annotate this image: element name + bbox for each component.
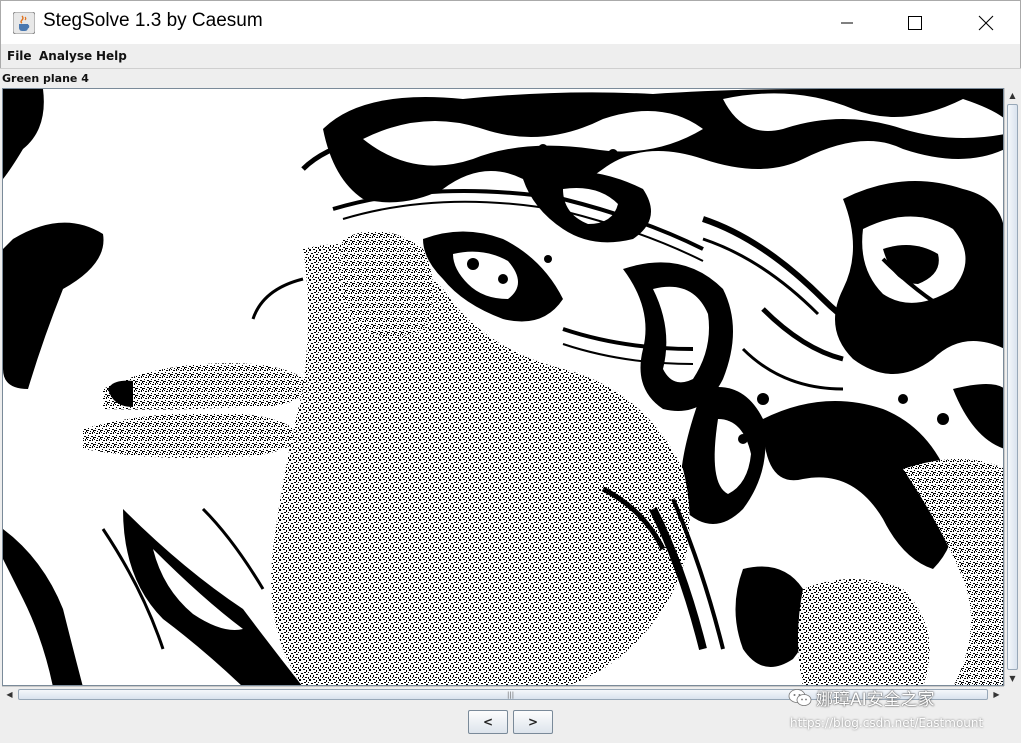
vertical-scrollbar[interactable]: ▲ ▼ (1004, 88, 1019, 686)
menu-help[interactable]: Help (96, 49, 127, 63)
previous-plane-button[interactable]: < (468, 710, 508, 734)
scroll-up-icon[interactable]: ▲ (1005, 88, 1020, 103)
scroll-right-icon[interactable]: ▶ (989, 687, 1004, 702)
bit-plane-image (2, 88, 1004, 686)
grip-icon: ||| (507, 691, 515, 699)
menu-bar: File Analyse Help (0, 44, 1021, 68)
scroll-down-icon[interactable]: ▼ (1005, 671, 1020, 686)
wechat-icon (788, 688, 812, 706)
watermark-url: https://blog.csdn.net/Eastmount (790, 716, 984, 730)
java-cup-icon (13, 12, 35, 34)
title-bar: StegSolve 1.3 by Caesum (0, 0, 1021, 44)
vertical-scroll-thumb[interactable] (1007, 104, 1018, 670)
maximize-icon (908, 16, 922, 30)
scroll-left-icon[interactable]: ◀ (2, 687, 17, 702)
maximize-button[interactable] (892, 1, 938, 45)
close-icon (978, 15, 994, 31)
minimize-icon (841, 22, 853, 24)
watermark: 娜璋AI安全之家 (788, 685, 935, 710)
next-plane-button[interactable]: > (513, 710, 553, 734)
close-button[interactable] (963, 1, 1009, 45)
minimize-button[interactable] (824, 1, 870, 45)
plane-label: Green plane 4 (2, 72, 89, 85)
window-title: StegSolve 1.3 by Caesum (43, 10, 263, 31)
menu-divider (0, 68, 1021, 69)
watermark-text: 娜璋AI安全之家 (816, 690, 935, 710)
menu-file[interactable]: File (7, 49, 32, 63)
menu-analyse[interactable]: Analyse (39, 49, 92, 63)
